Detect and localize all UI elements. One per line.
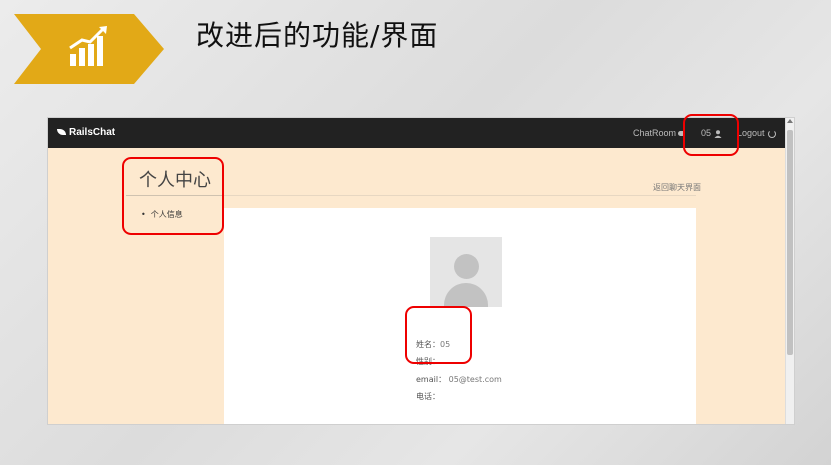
leaf-icon	[57, 129, 66, 136]
nav-chatroom-label: ChatRoom	[633, 128, 677, 138]
scrollbar-thumb[interactable]	[787, 130, 793, 355]
header-divider	[224, 195, 696, 196]
navbar: RailsChat ChatRoom 05 Logout	[48, 118, 786, 148]
slide-title: 改进后的功能/界面	[196, 19, 439, 52]
slide-badge	[14, 14, 164, 84]
profile-email-label: email：	[416, 375, 447, 384]
brand-link[interactable]: RailsChat	[57, 127, 115, 138]
highlight-name-field	[405, 306, 472, 364]
highlight-user-nav	[683, 114, 739, 156]
back-to-chat-link[interactable]: 返回聊天界面	[653, 182, 701, 193]
profile-email-value: 05@test.com	[448, 375, 502, 384]
avatar-head-shape	[454, 254, 479, 279]
profile-email-row: email： 05@test.com	[416, 374, 502, 385]
nav-chatroom-link[interactable]: ChatRoom	[633, 128, 686, 138]
nav-logout-link[interactable]: Logout	[737, 128, 776, 138]
profile-phone-row: 电话：	[416, 391, 440, 402]
highlight-sidebar	[122, 157, 224, 235]
growth-chart-icon	[69, 26, 107, 66]
nav-logout-label: Logout	[737, 128, 765, 138]
brand-label: RailsChat	[69, 127, 116, 138]
avatar-body-shape	[444, 283, 488, 307]
scrollbar[interactable]	[785, 118, 794, 424]
profile-phone-label: 电话：	[416, 392, 440, 401]
power-icon	[767, 129, 776, 138]
avatar	[430, 237, 502, 307]
scroll-up-arrow-icon[interactable]	[787, 119, 793, 123]
